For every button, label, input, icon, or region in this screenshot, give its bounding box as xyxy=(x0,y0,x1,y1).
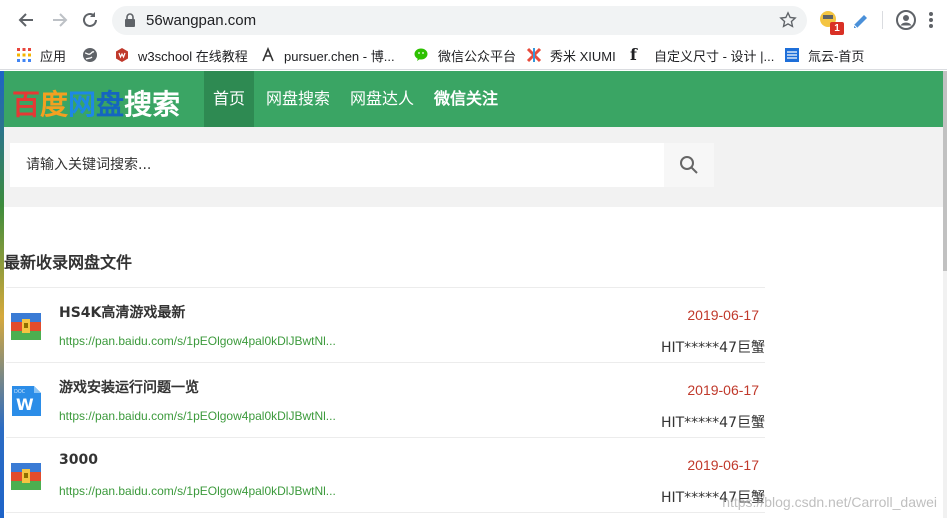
bookmark-wechat[interactable]: 微信公众平台 xyxy=(414,44,516,66)
file-user: HIT*****47巨蟹 xyxy=(660,415,765,431)
reload-button[interactable] xyxy=(78,8,102,32)
search-box xyxy=(10,143,714,187)
logo-char: 搜 xyxy=(124,88,153,121)
logo-char: 盘 xyxy=(96,88,125,121)
bookmark-label: w3school 在线教程 xyxy=(138,48,248,64)
extension-badge: 1 xyxy=(830,22,844,35)
f-icon: f xyxy=(630,45,637,64)
bookmark-pursuer[interactable]: pursuer.chen - 博... xyxy=(260,44,395,66)
list-item[interactable]: DOC W 游戏安装运行问题一览 https://pan.baidu.com/s… xyxy=(6,363,765,438)
file-link[interactable]: https://pan.baidu.com/s/1pEOlgow4pal0kDl… xyxy=(59,484,336,498)
bookmark-label: 氚云-首页 xyxy=(808,48,865,64)
file-date: 2019-06-17 xyxy=(687,382,759,398)
watermark-text: https://blog.csdn.net/Carroll_dawei xyxy=(722,494,937,510)
extension-pen-icon[interactable] xyxy=(850,9,872,31)
reload-icon xyxy=(83,12,97,27)
wechat-icon xyxy=(414,48,428,61)
back-arrow-icon xyxy=(18,13,33,27)
search-icon xyxy=(680,156,698,174)
bookmark-apps[interactable]: 应用 xyxy=(16,44,66,66)
pursuer-icon xyxy=(262,47,274,62)
site-logo[interactable]: 百度网盘搜索 xyxy=(12,83,180,123)
file-user: HIT*****47巨蟹 xyxy=(660,340,765,356)
bookmark-w3school[interactable]: w3school 在线教程 xyxy=(114,44,248,66)
nav-wechat-follow[interactable]: 微信关注 xyxy=(425,71,507,127)
bookmark-label: 秀米 XIUMI xyxy=(550,48,616,64)
bookmark-star-icon[interactable] xyxy=(779,11,797,29)
logo-char: 索 xyxy=(152,88,181,121)
scrollbar-thumb[interactable] xyxy=(943,71,947,271)
word-doc-icon: DOC W xyxy=(12,386,41,416)
bookmark-label: pursuer.chen - 博... xyxy=(284,48,395,64)
file-name[interactable]: 3000 xyxy=(59,452,98,468)
forward-button[interactable] xyxy=(48,8,72,32)
back-button[interactable] xyxy=(14,8,38,32)
logo-char: 百 xyxy=(12,88,41,121)
menu-kebab-icon[interactable] xyxy=(924,9,938,31)
file-list: HS4K高清游戏最新 https://pan.baidu.com/s/1pEOl… xyxy=(6,287,765,513)
forward-arrow-icon xyxy=(53,13,68,27)
file-name[interactable]: 游戏安装运行问题一览 xyxy=(59,377,199,397)
w3school-icon xyxy=(116,48,128,62)
logo-char: 度 xyxy=(40,88,69,121)
file-link[interactable]: https://pan.baidu.com/s/1pEOlgow4pal0kDl… xyxy=(59,334,336,348)
toolbar-divider xyxy=(882,11,883,29)
site-header: 百度网盘搜索 首页 网盘搜索 网盘达人 微信关注 xyxy=(4,71,943,127)
logo-char: 网 xyxy=(68,88,97,121)
nav-pan-search[interactable]: 网盘搜索 xyxy=(257,71,339,127)
file-date: 2019-06-17 xyxy=(687,307,759,323)
bookmark-globe[interactable] xyxy=(82,44,106,66)
globe-icon xyxy=(83,48,97,62)
nav-pan-expert[interactable]: 网盘达人 xyxy=(341,71,423,127)
bookmark-label: 微信公众平台 xyxy=(438,48,517,64)
search-input[interactable] xyxy=(10,143,665,187)
section-title: 最新收录网盘文件 xyxy=(4,253,133,272)
file-link[interactable]: https://pan.baidu.com/s/1pEOlgow4pal0kDl… xyxy=(59,409,336,423)
bookmark-custom-size[interactable]: f 自定义尺寸 - 设计 |... xyxy=(630,44,774,66)
url-text[interactable]: 56wangpan.com xyxy=(146,12,256,29)
address-bar[interactable]: 56wangpan.com xyxy=(112,6,807,35)
list-item[interactable]: 3000 https://pan.baidu.com/s/1pEOlgow4pa… xyxy=(6,438,765,513)
file-name[interactable]: HS4K高清游戏最新 xyxy=(59,302,185,322)
bookmark-label: 自定义尺寸 - 设计 |... xyxy=(654,48,775,64)
bookmark-chuanyun[interactable]: 氚云-首页 xyxy=(784,44,864,66)
file-date: 2019-06-17 xyxy=(687,457,759,473)
search-button[interactable] xyxy=(664,143,714,187)
main-content: 最新收录网盘文件 HS4K高清游戏最新 https://pan.baidu.co… xyxy=(4,207,943,518)
bookmarks-bar: 应用 w3school 在线教程 pursuer.chen - 博... 微信公… xyxy=(0,40,947,70)
browser-toolbar: 56wangpan.com 1 xyxy=(0,0,947,40)
bookmark-label: 应用 xyxy=(40,48,67,64)
search-section xyxy=(4,127,943,207)
list-item[interactable]: HS4K高清游戏最新 https://pan.baidu.com/s/1pEOl… xyxy=(6,288,765,363)
archive-icon xyxy=(11,313,41,340)
svg-text:W: W xyxy=(16,395,34,414)
apps-icon xyxy=(17,48,31,62)
xiumi-icon xyxy=(526,47,542,63)
nav-home[interactable]: 首页 xyxy=(204,71,255,127)
chuanyun-icon xyxy=(785,48,799,62)
lock-icon xyxy=(125,13,135,27)
bookmark-xiumi[interactable]: 秀米 XIUMI xyxy=(526,44,616,66)
archive-icon xyxy=(11,463,41,490)
profile-icon[interactable] xyxy=(895,9,917,31)
